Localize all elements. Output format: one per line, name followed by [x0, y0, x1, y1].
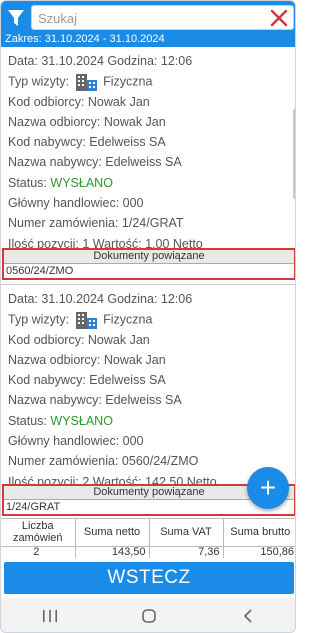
recipient-name: Nazwa odbiorcy: Nowak Jan: [8, 114, 166, 129]
visit-type-value: Fizyczna: [103, 74, 153, 89]
building-icon: [75, 71, 99, 93]
status-label: Status:: [8, 413, 47, 428]
buyer-name: Nazwa nabywcy: Edelweiss SA: [8, 393, 182, 408]
visit-date-line: Data: 31.10.2024 Godzina: 12:06: [8, 292, 193, 306]
status-label: Status:: [8, 175, 47, 190]
order-number: Numer zamówienia: 1/24/GRAT: [8, 216, 184, 231]
search-bar: [1, 1, 295, 34]
summary-header-orders: Liczba zamówień: [1, 519, 76, 547]
status-line: Status: WYSŁANO: [8, 411, 295, 431]
visit-type-value: Fizyczna: [103, 312, 153, 327]
search-input[interactable]: [38, 9, 258, 27]
recipient-code: Kod odbiorcy: Nowak Jan: [8, 94, 150, 109]
related-docs-panel: Dokumenty powiązane 0560/24/ZMO: [2, 248, 295, 280]
status-line: Status: WYSŁANO: [8, 173, 295, 193]
buyer-code: Kod nabywcy: Edelweiss SA: [8, 135, 166, 150]
related-docs-header: Dokumenty powiązane: [4, 250, 294, 264]
status-badge: WYSŁANO: [50, 175, 113, 190]
close-icon: [270, 9, 288, 27]
related-doc-link[interactable]: 0560/24/ZMO: [4, 264, 294, 279]
visit-type-label: Typ wizyty:: [8, 74, 70, 89]
summary-value-net: 143,50: [75, 546, 150, 558]
summary-header-net: Suma netto: [75, 519, 150, 547]
plus-icon: +: [259, 472, 277, 503]
main-trader: Główny handlowiec: 000: [8, 196, 144, 211]
search-box: [31, 5, 294, 30]
visit-card[interactable]: Data: 31.10.2024 Godzina: 12:06 Typ wizy…: [1, 289, 295, 489]
recent-apps-icon: [43, 610, 58, 622]
visit-date-line: Data: 31.10.2024 Godzina: 12:06: [8, 54, 193, 68]
nav-back-button[interactable]: [228, 601, 268, 631]
clear-search-button[interactable]: [269, 8, 289, 28]
add-button[interactable]: +: [247, 467, 289, 509]
visit-type-line: Typ wizyty: Fizyczna: [8, 71, 295, 93]
summary-table: Liczba zamówień Suma netto Suma VAT Suma…: [1, 518, 295, 558]
summary-header-vat: Suma VAT: [149, 519, 224, 547]
recipient-code: Kod odbiorcy: Nowak Jan: [8, 332, 150, 347]
summary-header-gross: Suma brutto: [223, 519, 295, 547]
system-nav-bar: [1, 598, 295, 632]
summary-value-gross: 150,86: [260, 545, 294, 558]
filter-button[interactable]: [1, 1, 31, 34]
visit-list[interactable]: Data: 31.10.2024 Godzina: 12:06 Typ wizy…: [1, 47, 295, 518]
buyer-name: Nazwa nabywcy: Edelweiss SA: [8, 155, 182, 170]
visit-type-line: Typ wizyty: Fizyczna: [8, 309, 295, 331]
date-range-label: Zakres: 31.10.2024 - 31.10.2024: [1, 34, 295, 47]
home-button[interactable]: [129, 601, 169, 631]
order-number: Numer zamówienia: 0560/24/ZMO: [8, 454, 199, 469]
back-icon: [243, 609, 252, 623]
summary-value-vat: 7,36: [149, 546, 224, 558]
related-doc-link[interactable]: 1/24/GRAT: [4, 500, 294, 515]
visit-type-label: Typ wizyty:: [8, 312, 70, 327]
app-window: Zakres: 31.10.2024 - 31.10.2024 Data: 31…: [0, 0, 296, 633]
card-divider: [1, 284, 295, 285]
home-icon: [142, 609, 156, 623]
back-button[interactable]: WSTECZ: [4, 562, 294, 594]
recipient-name: Nazwa odbiorcy: Nowak Jan: [8, 352, 166, 367]
buyer-code: Kod nabywcy: Edelweiss SA: [8, 373, 166, 388]
status-badge: WYSŁANO: [50, 413, 113, 428]
summary-value-orders: 2: [1, 546, 76, 558]
recent-apps-button[interactable]: [30, 601, 70, 631]
building-icon: [75, 309, 99, 331]
main-trader: Główny handlowiec: 000: [8, 434, 144, 449]
filter-icon: [8, 9, 24, 26]
